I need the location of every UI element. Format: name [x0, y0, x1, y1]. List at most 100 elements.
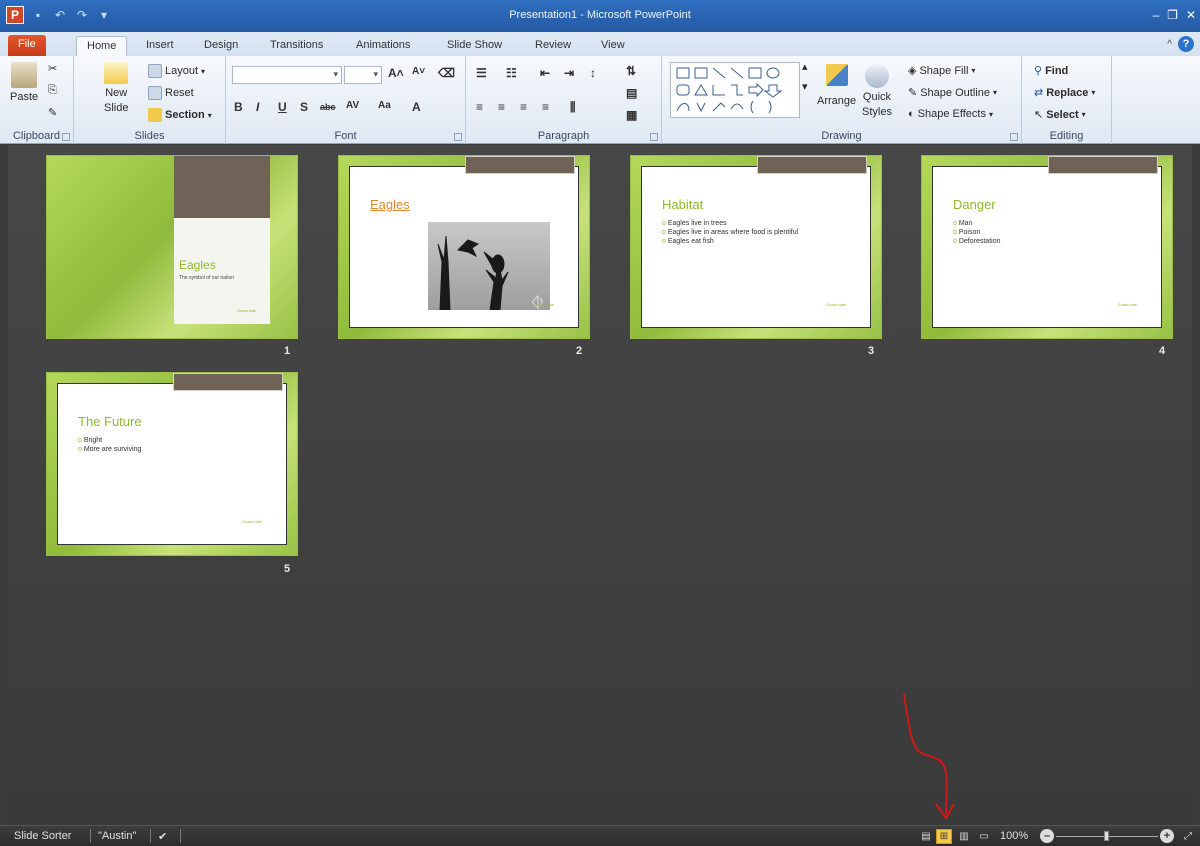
slide-5-bullets: Bright More are surviving	[78, 436, 142, 454]
line-spacing-icon[interactable]: ↕	[590, 66, 596, 80]
clipboard-launcher-icon[interactable]	[62, 133, 70, 141]
bold-icon[interactable]: B	[234, 100, 243, 114]
grow-font-icon[interactable]: A˄	[388, 66, 404, 80]
strikethrough-icon[interactable]: abc	[320, 102, 336, 112]
restore-icon[interactable]: ❐	[1167, 8, 1178, 22]
tab-design[interactable]: Design	[194, 36, 248, 56]
shape-outline-button[interactable]: ✎ Shape Outline ▾	[908, 86, 997, 100]
reading-view-icon[interactable]: ▥	[956, 829, 972, 844]
slide-number-2: 2	[576, 345, 583, 357]
slide-1-footer: Guam baie	[237, 308, 257, 313]
slide-thumbnail-3[interactable]: Habitat Eagles live in trees Eagles live…	[630, 155, 882, 339]
normal-view-icon[interactable]: ▤	[918, 829, 934, 844]
new-slide-button[interactable]: New Slide	[104, 62, 128, 114]
tab-slide-show[interactable]: Slide Show	[437, 36, 512, 56]
status-bar: Slide Sorter "Austin" ✔ ▤ ⊞ ▥ ▭ 100% – +…	[0, 825, 1200, 846]
cursor-icon: ↖	[1034, 109, 1044, 121]
zoom-out-icon[interactable]: –	[1040, 829, 1054, 843]
tab-file[interactable]: File	[8, 35, 46, 56]
tab-review[interactable]: Review	[525, 36, 581, 56]
align-text-icon[interactable]: ▤	[626, 86, 637, 100]
spell-check-icon[interactable]: ✔	[158, 830, 167, 843]
font-color-icon[interactable]: A	[412, 100, 421, 114]
shape-fill-button[interactable]: ◈ Shape Fill ▾	[908, 64, 975, 78]
justify-icon[interactable]: ≡	[542, 100, 549, 114]
slide-thumbnail-2[interactable]: Eagles Guam baie	[338, 155, 590, 339]
window-title: Presentation1 - Microsoft PowerPoint	[509, 9, 691, 21]
shrink-font-icon[interactable]: A˅	[412, 66, 425, 77]
zoom-in-icon[interactable]: +	[1160, 829, 1174, 843]
slide-5-tab-decoration	[173, 373, 283, 391]
minimize-ribbon-icon[interactable]: ^	[1167, 39, 1172, 50]
slide-3-tab-decoration	[757, 156, 867, 174]
shape-fill-icon: ◈	[908, 65, 917, 77]
paste-button[interactable]: Paste	[10, 62, 38, 103]
eagle-photo	[428, 222, 550, 310]
slide-2-content-area: Eagles Guam baie	[349, 166, 579, 328]
binoculars-icon: ⚲	[1034, 65, 1043, 77]
shapes-scroll-up-icon[interactable]: ▴	[802, 60, 808, 73]
group-clipboard: Paste ✂ ⎘ ✎ Clipboard	[0, 56, 74, 144]
zoom-level[interactable]: 100%	[1000, 830, 1028, 842]
bullets-icon[interactable]: ☰	[476, 66, 487, 80]
convert-smartart-icon[interactable]: ▦	[626, 108, 637, 122]
minimize-icon[interactable]: –	[1152, 8, 1159, 22]
slide-sorter-view-icon[interactable]: ⊞	[936, 829, 952, 844]
columns-icon[interactable]: ⫼	[570, 100, 576, 115]
slide-show-view-icon[interactable]: ▭	[976, 829, 992, 844]
slide-sorter-pane: Eagles The symbol of our nation Guam bai…	[8, 145, 1192, 825]
tab-animations[interactable]: Animations	[346, 36, 420, 56]
slide-3-title: Habitat	[662, 197, 704, 212]
slide-thumbnail-1[interactable]: Eagles The symbol of our nation Guam bai…	[46, 155, 298, 339]
tab-view[interactable]: View	[591, 36, 635, 56]
align-left-icon[interactable]: ≡	[476, 100, 483, 114]
tab-home[interactable]: Home	[76, 36, 128, 56]
tab-transitions[interactable]: Transitions	[260, 36, 333, 56]
list-item: Deforestation	[953, 237, 1001, 246]
arrange-button[interactable]: Arrange	[817, 64, 856, 107]
shapes-scroll-down-icon[interactable]: ▾	[802, 80, 808, 93]
format-painter-icon[interactable]: ✎	[48, 106, 57, 119]
group-label-editing: Editing	[1049, 130, 1084, 142]
close-icon[interactable]: ✕	[1186, 8, 1196, 22]
replace-button[interactable]: ⇄ Replace ▾	[1034, 86, 1095, 100]
slide-thumbnail-5[interactable]: The Future Bright More are surviving Gua…	[46, 372, 298, 556]
font-size-combo[interactable]: ▾	[344, 66, 382, 84]
reset-button[interactable]: Reset	[148, 86, 194, 100]
section-button[interactable]: Section ▾	[148, 108, 212, 122]
align-right-icon[interactable]: ≡	[520, 100, 527, 114]
cut-icon[interactable]: ✂	[48, 62, 57, 75]
character-spacing-icon[interactable]: AV	[346, 100, 359, 111]
drawing-launcher-icon[interactable]	[1010, 133, 1018, 141]
shape-effects-button[interactable]: ◐ Shape Effects ▾	[908, 108, 993, 120]
copy-icon[interactable]: ⎘	[48, 84, 57, 97]
slide-5-footer: Guam baie	[242, 519, 262, 524]
align-center-icon[interactable]: ≡	[498, 100, 505, 114]
paragraph-launcher-icon[interactable]	[650, 133, 658, 141]
list-item: Eagles eat fish	[662, 237, 798, 246]
tab-insert[interactable]: Insert	[136, 36, 184, 56]
slide-thumbnail-4[interactable]: Danger Man Poison Deforestation Guam bai…	[921, 155, 1173, 339]
change-case-icon[interactable]: Aa	[378, 100, 391, 111]
fit-to-window-icon[interactable]: ⤢	[1180, 829, 1196, 844]
shapes-gallery[interactable]	[670, 62, 800, 118]
paste-icon	[11, 62, 38, 88]
clear-formatting-icon[interactable]: ⌫	[438, 66, 455, 80]
group-drawing: ▴ ▾ Arrange Quick Styles ◈ Shape Fill ▾ ✎ S…	[662, 56, 1022, 144]
decrease-indent-icon[interactable]: ⇤	[540, 66, 550, 80]
help-icon[interactable]: ?	[1178, 36, 1194, 52]
italic-icon[interactable]: I	[256, 100, 259, 114]
layout-button[interactable]: Layout ▾	[148, 64, 205, 78]
underline-icon[interactable]: U	[278, 100, 287, 114]
slide-3-bullets: Eagles live in trees Eagles live in area…	[662, 219, 798, 246]
shadow-icon[interactable]: S	[300, 100, 308, 114]
select-button[interactable]: ↖ Select ▾	[1034, 108, 1086, 122]
font-name-combo[interactable]: ▾	[232, 66, 342, 84]
numbering-icon[interactable]: ☷	[506, 66, 517, 80]
text-direction-icon[interactable]: ⇅	[626, 64, 636, 78]
increase-indent-icon[interactable]: ⇥	[564, 66, 574, 80]
font-launcher-icon[interactable]	[454, 133, 462, 141]
find-button[interactable]: ⚲ Find	[1034, 64, 1068, 78]
zoom-slider-thumb[interactable]	[1104, 831, 1109, 841]
quick-styles-button[interactable]: Quick Styles	[862, 64, 892, 118]
